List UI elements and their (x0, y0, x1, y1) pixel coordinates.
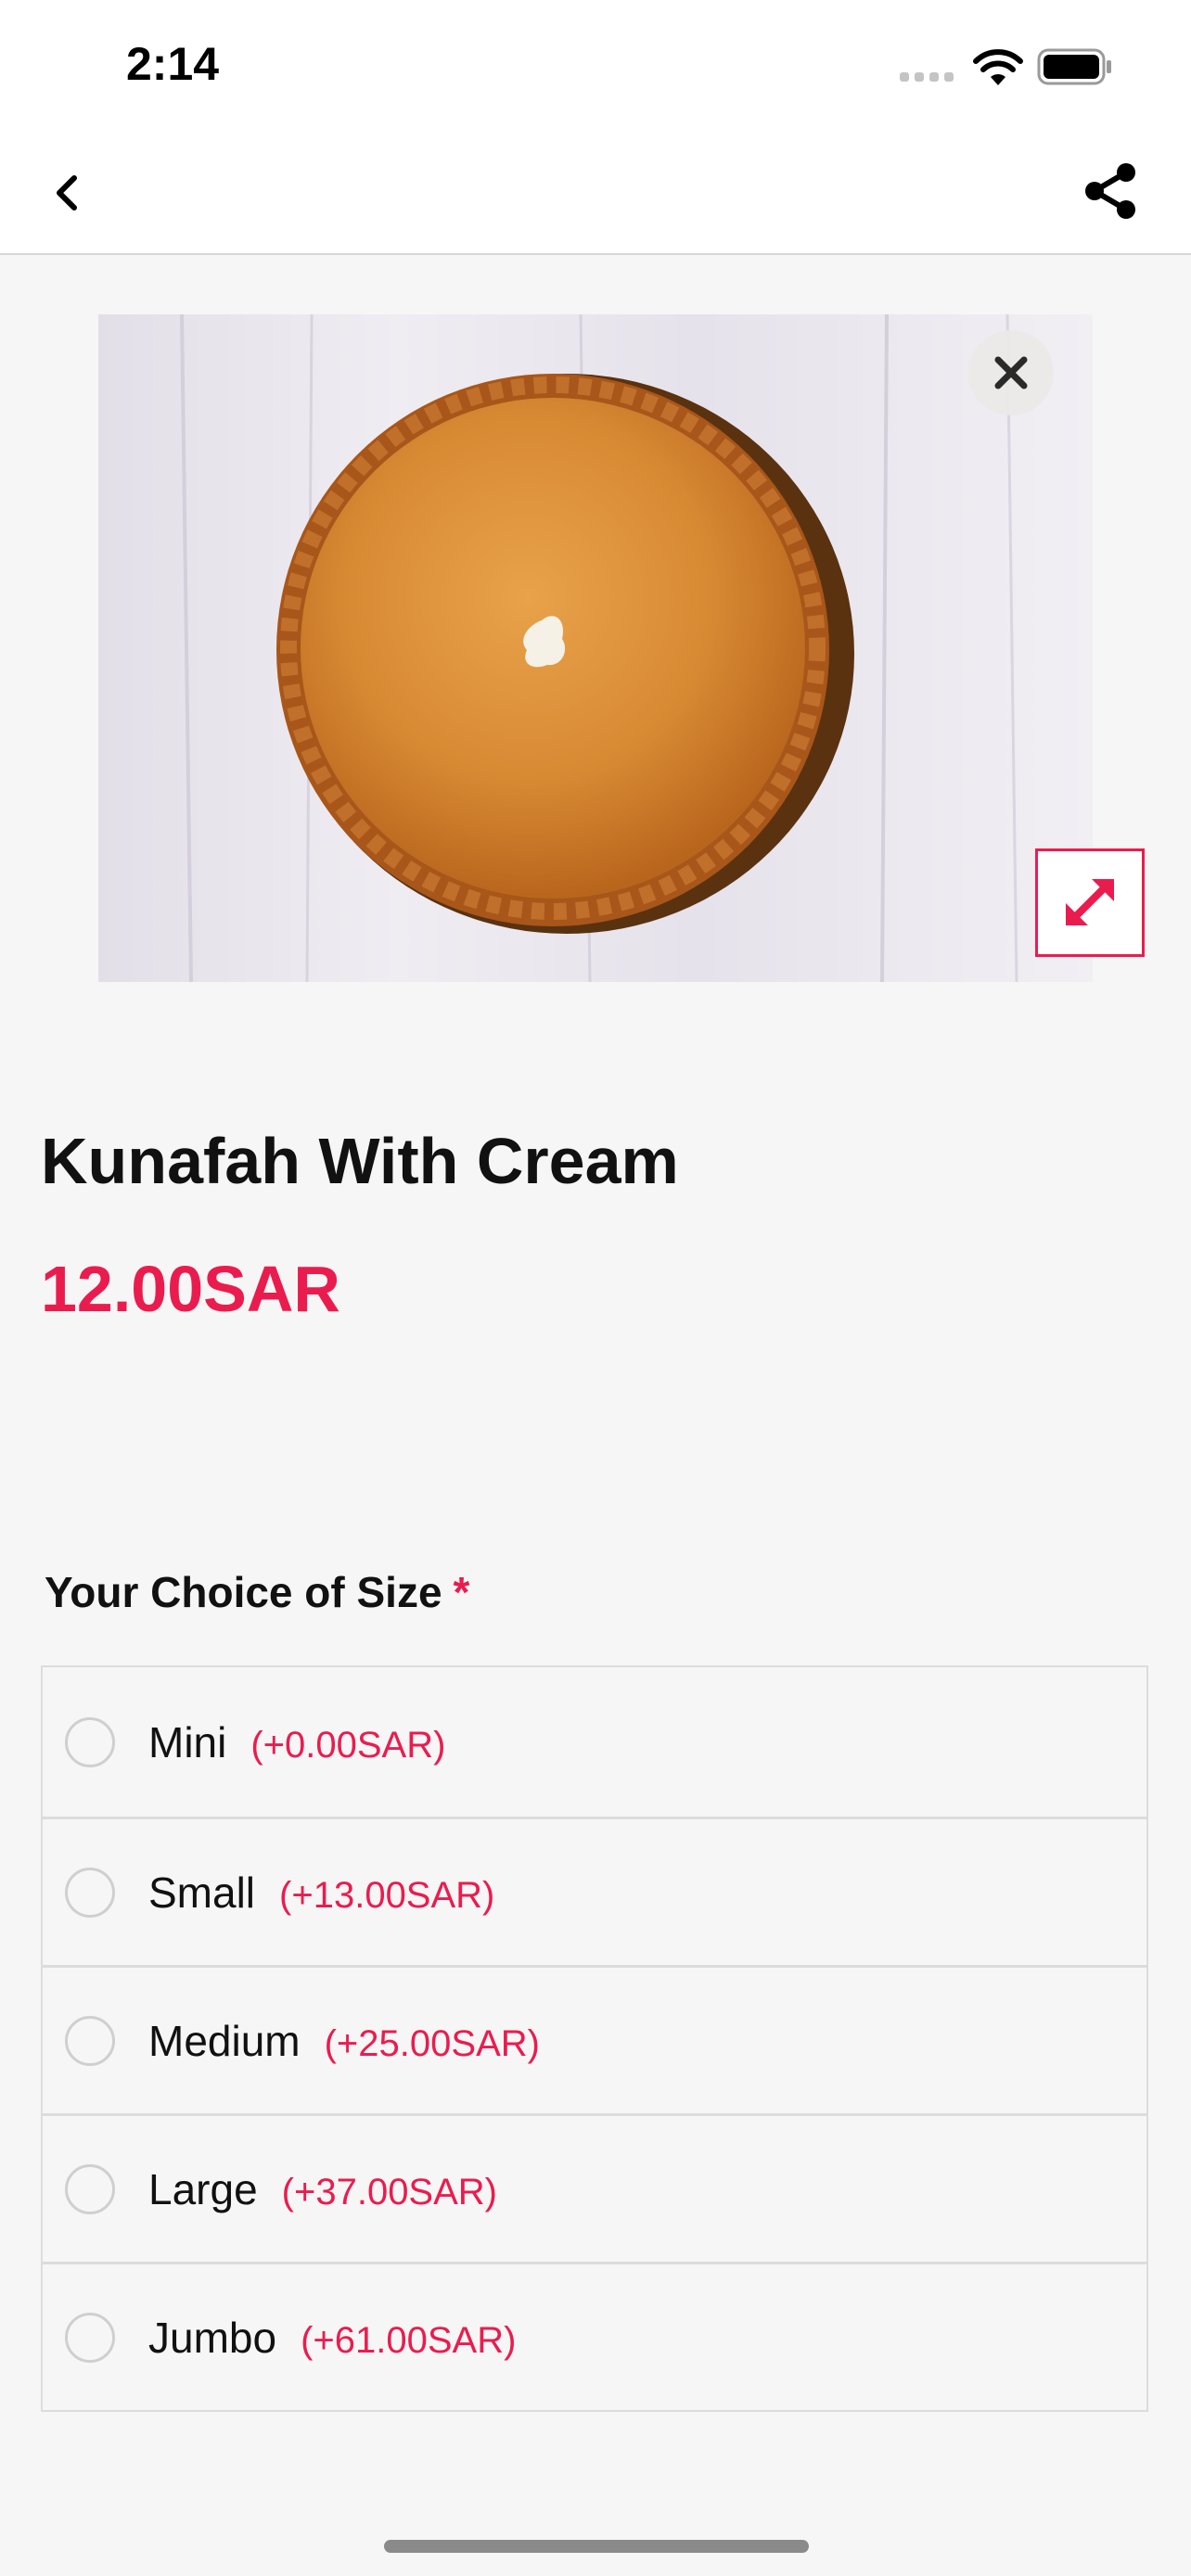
required-mark: * (453, 1568, 470, 1616)
option-price: (+37.00SAR) (281, 2171, 497, 2213)
kunafah-photo (98, 314, 1093, 982)
expand-icon (1066, 879, 1114, 925)
radio-button[interactable] (65, 1716, 115, 1767)
close-icon (994, 356, 1028, 389)
expand-image-button[interactable] (1035, 848, 1145, 957)
status-bar: 2:14 (0, 0, 1191, 132)
option-text: Jumbo (+61.00SAR) (148, 2313, 516, 2363)
product-image (98, 314, 1093, 982)
radio-button[interactable] (65, 2163, 115, 2214)
size-section-label: Your Choice of Size (45, 1568, 442, 1616)
option-name: Mini (148, 1717, 227, 1766)
size-option-large[interactable]: Large (+37.00SAR) (43, 2113, 1146, 2262)
option-price: (+61.00SAR) (301, 2319, 517, 2361)
status-time: 2:14 (126, 38, 220, 90)
option-name: Jumbo (148, 2313, 277, 2362)
size-option-small[interactable]: Small (+13.00SAR) (43, 1817, 1146, 1965)
radio-button[interactable] (65, 2015, 115, 2066)
option-name: Large (148, 2164, 258, 2213)
option-price: (+25.00SAR) (324, 2022, 540, 2064)
size-options-list: Mini (+0.00SAR) Small (+13.00SAR) Medium (+… (41, 1665, 1148, 2412)
option-text: Mini (+0.00SAR) (148, 1717, 445, 1767)
option-price: (+0.00SAR) (250, 1724, 446, 1766)
size-option-jumbo[interactable]: Jumbo (+61.00SAR) (43, 2262, 1146, 2410)
option-text: Medium (+25.00SAR) (148, 2016, 540, 2066)
wifi-icon (973, 49, 1023, 85)
share-icon[interactable] (1078, 158, 1145, 224)
item-title: Kunafah With Cream (41, 1125, 679, 1197)
option-name: Small (148, 1868, 256, 1917)
option-text: Small (+13.00SAR) (148, 1868, 494, 1918)
cellular-signal-icon (900, 72, 957, 83)
battery-icon (1037, 48, 1111, 85)
nav-bar (0, 132, 1191, 255)
radio-button[interactable] (65, 2312, 115, 2363)
radio-button[interactable] (65, 1867, 115, 1918)
back-chevron-icon[interactable] (41, 167, 93, 219)
option-name: Medium (148, 2016, 301, 2065)
size-option-medium[interactable]: Medium (+25.00SAR) (43, 1965, 1146, 2113)
size-option-mini[interactable]: Mini (+0.00SAR) (43, 1667, 1146, 1817)
option-price: (+13.00SAR) (279, 1874, 495, 1916)
option-text: Large (+37.00SAR) (148, 2164, 497, 2214)
home-indicator[interactable] (384, 2540, 809, 2553)
item-price: 12.00SAR (41, 1253, 340, 1325)
close-image-button[interactable] (968, 330, 1054, 415)
size-section-title: Your Choice of Size * (45, 1567, 469, 1617)
